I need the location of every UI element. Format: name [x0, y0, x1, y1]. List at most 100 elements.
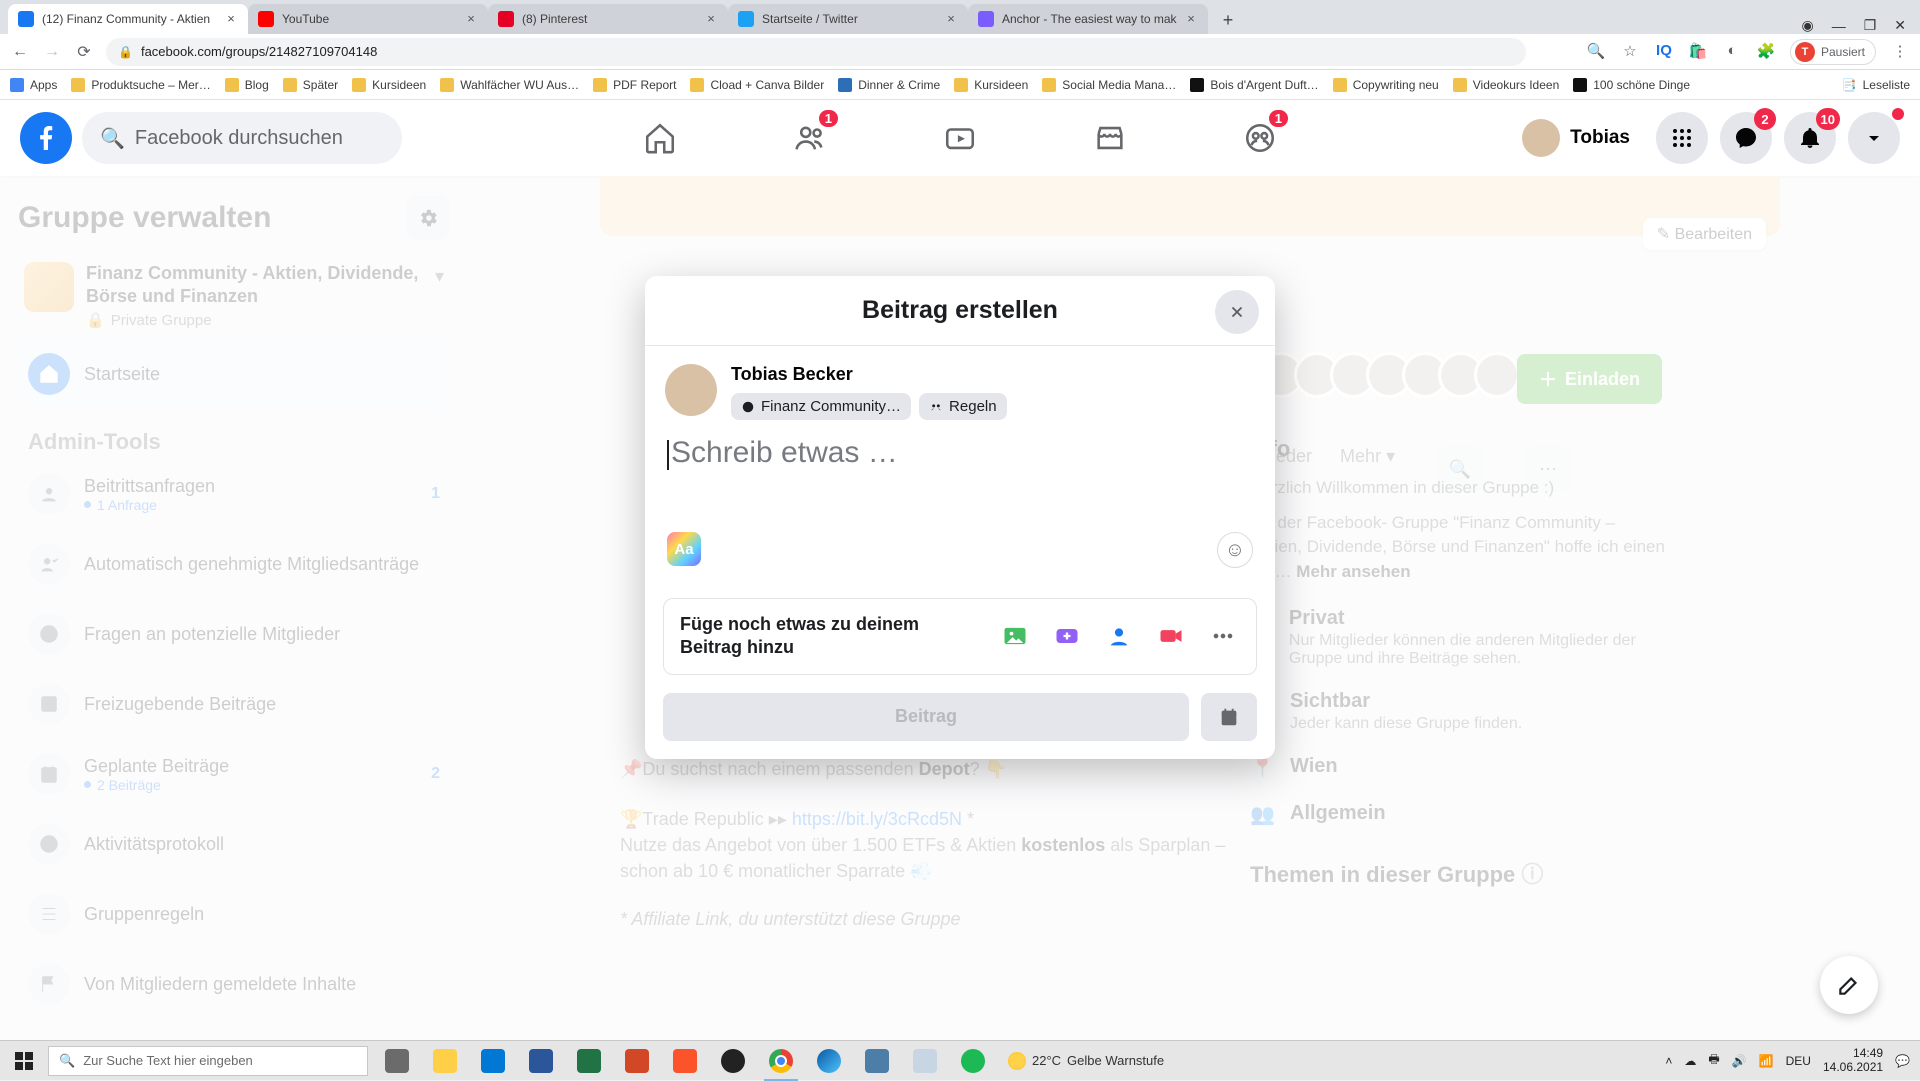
nav-groups[interactable]: 1	[1190, 102, 1330, 174]
start-button[interactable]	[0, 1041, 48, 1081]
bookmark-item[interactable]: Bois d'Argent Duft…	[1190, 78, 1318, 92]
chrome-tabstrip: (12) Finanz Community - Aktien × YouTube…	[0, 0, 1920, 34]
tag-people-button[interactable]	[1102, 619, 1136, 653]
submit-post-button[interactable]: Beitrag	[663, 693, 1189, 741]
bookmark-item[interactable]: Dinner & Crime	[838, 78, 940, 92]
bookmark-item[interactable]: Cload + Canva Bilder	[690, 78, 824, 92]
background-color-picker[interactable]: Aa	[667, 532, 701, 566]
nav-friends[interactable]: 1	[740, 102, 880, 174]
emoji-picker-button[interactable]: ☺	[1217, 532, 1253, 568]
extension-icon[interactable]: 🛍️	[1688, 42, 1708, 62]
compose-textarea[interactable]: Schreib etwas … Aa ☺	[645, 426, 1275, 576]
task-view-button[interactable]	[374, 1041, 420, 1081]
modal-backdrop[interactable]: Beitrag erstellen Tobias Becker Finanz C…	[0, 176, 1920, 1040]
taskbar-app-powerpoint[interactable]	[614, 1041, 660, 1081]
profile-chip[interactable]: Tobias	[1516, 115, 1644, 161]
taskbar-app-edge[interactable]	[806, 1041, 852, 1081]
notifications-button[interactable]: 10	[1784, 112, 1836, 164]
nav-watch[interactable]	[890, 102, 1030, 174]
forward-icon[interactable]: →	[42, 43, 62, 61]
taskbar-app-brave[interactable]	[662, 1041, 708, 1081]
url-input[interactable]: 🔒 facebook.com/groups/214827109704148	[106, 38, 1526, 66]
fb-search-input[interactable]: 🔍 Facebook durchsuchen	[82, 112, 402, 164]
chrome-profile-chip[interactable]: T Pausiert	[1790, 39, 1876, 65]
schedule-post-button[interactable]	[1201, 693, 1257, 741]
facebook-logo-icon[interactable]	[20, 112, 72, 164]
more-options-button[interactable]	[1206, 619, 1240, 653]
tray-printer-icon[interactable]: 🖶	[1708, 1050, 1719, 1071]
taskbar-app-mail[interactable]	[470, 1041, 516, 1081]
minimize-icon[interactable]: —	[1832, 18, 1846, 34]
browser-tab[interactable]: YouTube ×	[248, 4, 488, 34]
bookmark-item[interactable]: Produktsuche – Mer…	[71, 78, 210, 92]
close-icon[interactable]: ×	[944, 12, 958, 26]
apps-shortcut[interactable]: Apps	[10, 78, 57, 92]
taskbar-app-excel[interactable]	[566, 1041, 612, 1081]
apps-menu-button[interactable]	[1656, 112, 1708, 164]
taskbar-search-input[interactable]: 🔍Zur Suche Text hier eingeben	[48, 1046, 368, 1076]
maximize-icon[interactable]: ❐	[1864, 17, 1877, 34]
audience-group-chip[interactable]: Finanz Community…	[731, 393, 911, 420]
text-cursor-zone[interactable]	[667, 520, 1253, 560]
taskbar-app-word[interactable]	[518, 1041, 564, 1081]
close-window-icon[interactable]: ✕	[1894, 17, 1906, 34]
url-text: facebook.com/groups/214827109704148	[141, 44, 377, 59]
modal-close-button[interactable]	[1215, 290, 1259, 334]
extension-icon[interactable]: IQ	[1654, 42, 1674, 62]
reading-list-button[interactable]: 📑Leseliste	[1842, 78, 1910, 92]
extensions-puzzle-icon[interactable]: 🧩	[1756, 42, 1776, 62]
bookmark-item[interactable]: Videokurs Ideen	[1453, 78, 1560, 92]
bookmark-item[interactable]: 100 schöne Dinge	[1573, 78, 1690, 92]
close-icon[interactable]: ×	[224, 12, 238, 26]
browser-tab[interactable]: Startseite / Twitter ×	[728, 4, 968, 34]
taskbar-app-generic[interactable]	[854, 1041, 900, 1081]
bookmark-item[interactable]: Blog	[225, 78, 269, 92]
tray-clock[interactable]: 14:49 14.06.2021	[1823, 1047, 1883, 1075]
browser-tab[interactable]: Anchor - The easiest way to mak ×	[968, 4, 1208, 34]
bookmark-item[interactable]: Kursideen	[954, 78, 1028, 92]
search-in-page-icon[interactable]: 🔍	[1586, 42, 1606, 62]
browser-tab[interactable]: (8) Pinterest ×	[488, 4, 728, 34]
bookmark-item[interactable]: Kursideen	[352, 78, 426, 92]
tray-onedrive-icon[interactable]: ☁	[1684, 1054, 1696, 1068]
add-video-button[interactable]	[1050, 619, 1084, 653]
bookmark-item[interactable]: Wahlfächer WU Aus…	[440, 78, 579, 92]
bookmark-item[interactable]: PDF Report	[593, 78, 676, 92]
taskbar-app-spotify[interactable]	[950, 1041, 996, 1081]
tray-language[interactable]: DEU	[1786, 1054, 1811, 1068]
nav-friends-badge: 1	[819, 110, 838, 127]
taskbar-weather[interactable]: 22°C Gelbe Warnstufe	[1008, 1052, 1164, 1070]
bookmark-item[interactable]: Social Media Mana…	[1042, 78, 1176, 92]
back-icon[interactable]: ←	[10, 43, 30, 61]
audience-rules-chip[interactable]: Regeln	[919, 393, 1007, 420]
tray-wifi-icon[interactable]: 📶	[1759, 1054, 1774, 1068]
close-icon[interactable]: ×	[704, 12, 718, 26]
close-icon[interactable]: ×	[464, 12, 478, 26]
taskbar-app-notepad[interactable]	[902, 1041, 948, 1081]
tray-notifications-icon[interactable]: 💬	[1895, 1054, 1910, 1068]
tray-chevron-icon[interactable]: ˄	[1665, 1054, 1672, 1068]
reload-icon[interactable]: ⟳	[74, 42, 94, 62]
taskbar-app-chrome[interactable]	[758, 1041, 804, 1081]
bookmark-item[interactable]: Copywriting neu	[1333, 78, 1439, 92]
search-icon: 🔍	[59, 1053, 75, 1069]
window-controls: ◉ — ❐ ✕	[1801, 17, 1920, 34]
account-menu-button[interactable]	[1848, 112, 1900, 164]
profile-avatar-icon: T	[1795, 42, 1815, 62]
taskbar-app-obs[interactable]	[710, 1041, 756, 1081]
nav-marketplace[interactable]	[1040, 102, 1180, 174]
new-tab-button[interactable]: +	[1214, 6, 1242, 34]
add-live-button[interactable]	[1154, 619, 1188, 653]
taskbar-app-explorer[interactable]	[422, 1041, 468, 1081]
messenger-badge: 2	[1754, 108, 1776, 130]
extension-icon[interactable]: ◐	[1722, 42, 1742, 62]
browser-tab-active[interactable]: (12) Finanz Community - Aktien ×	[8, 4, 248, 34]
tray-volume-icon[interactable]: 🔊	[1732, 1054, 1747, 1068]
messenger-button[interactable]: 2	[1720, 112, 1772, 164]
star-icon[interactable]: ☆	[1620, 42, 1640, 62]
kebab-menu-icon[interactable]: ⋮	[1890, 42, 1910, 62]
add-photo-button[interactable]	[998, 619, 1032, 653]
nav-home[interactable]	[590, 102, 730, 174]
close-icon[interactable]: ×	[1184, 12, 1198, 26]
bookmark-item[interactable]: Später	[283, 78, 338, 92]
